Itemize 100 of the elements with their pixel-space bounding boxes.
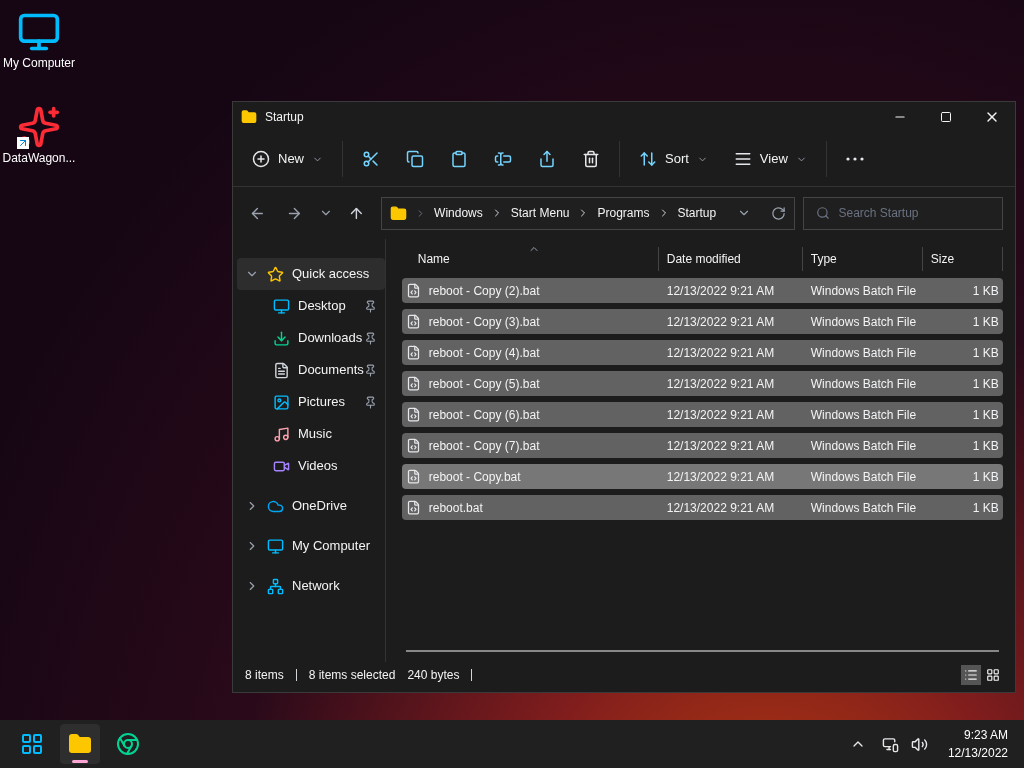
sidebar-label: OneDrive	[292, 497, 348, 516]
type-cell-text: Windows Batch File	[809, 313, 918, 331]
clock-date[interactable]: 12/13/2022	[947, 744, 1008, 762]
date-cell-text: 12/13/2022 9:21 AM	[665, 468, 776, 486]
batch-file-icon	[405, 314, 421, 329]
star-icon	[267, 265, 284, 283]
sidebar-item[interactable]: Downloads	[237, 322, 385, 354]
document-icon	[273, 361, 290, 379]
item-count: 8 items	[245, 667, 284, 684]
date-cell-text: 12/13/2022 9:21 AM	[665, 344, 776, 362]
file-row[interactable]: reboot - Copy.bat 12/13/2022 9:21 AM Windows Batch File 1 KB	[401, 464, 1003, 489]
plus-circle-icon	[252, 150, 270, 168]
date-cell-text: 12/13/2022 9:21 AM	[665, 437, 776, 455]
star-logo-icon[interactable]	[17, 105, 61, 149]
date-cell-text: 12/13/2022 9:21 AM	[665, 313, 776, 331]
browser-icon	[116, 732, 140, 756]
file-row[interactable]: reboot - Copy (4).bat 12/13/2022 9:21 AM Windows Batch File 1 KB	[401, 340, 1003, 365]
paste-icon	[450, 150, 468, 168]
download-icon	[273, 329, 290, 347]
network-icon	[267, 577, 284, 595]
folder-icon	[390, 204, 408, 222]
type-cell-text: Windows Batch File	[809, 499, 918, 517]
clock-time[interactable]: 9:23 AM	[963, 726, 1008, 744]
file-name: reboot.bat	[428, 499, 483, 517]
batch-file-icon	[405, 376, 421, 391]
file-name: reboot - Copy.bat	[428, 468, 521, 486]
file-row[interactable]: reboot - Copy (7).bat 12/13/2022 9:21 AM Windows Batch File 1 KB	[401, 433, 1003, 458]
sidebar-item[interactable]: Music	[237, 418, 385, 450]
refresh-icon[interactable]	[771, 205, 787, 221]
breadcrumb-item[interactable]: Startup	[677, 204, 717, 222]
sidebar-label: Downloads	[298, 329, 364, 348]
column-header[interactable]: Size	[922, 247, 1003, 271]
new-button[interactable]: New	[241, 141, 334, 177]
delete-icon	[582, 150, 600, 168]
file-row[interactable]: reboot.bat 12/13/2022 9:21 AM Windows Batch File 1 KB	[401, 495, 1003, 520]
cut-icon	[362, 150, 380, 168]
column-header[interactable]: Name	[401, 247, 659, 271]
size-cell-text: 1 KB	[971, 499, 1000, 517]
address-bar[interactable]: Windows Start Menu Programs Startup	[381, 196, 796, 230]
type-cell-text: Windows Batch File	[809, 282, 918, 300]
desktop-icon-label[interactable]: DataWagon...	[2, 149, 76, 167]
size-cell-text: 1 KB	[971, 406, 1000, 424]
sidebar-item[interactable]: My Computer	[237, 530, 385, 562]
batch-file-icon	[405, 283, 421, 298]
sidebar-item[interactable]: Quick access	[237, 258, 385, 290]
taskbar-app[interactable]	[60, 724, 100, 764]
volume-icon[interactable]	[910, 735, 928, 753]
computer-icon	[267, 537, 284, 555]
sort-icon	[639, 150, 657, 168]
breadcrumb-item[interactable]: Programs	[597, 204, 650, 222]
date-cell-text: 12/13/2022 9:21 AM	[665, 282, 776, 300]
selection-size: 240 bytes	[407, 667, 460, 684]
list-icon	[964, 668, 978, 682]
date-cell-text: 12/13/2022 9:21 AM	[665, 406, 776, 424]
type-cell-text: Windows Batch File	[809, 344, 918, 362]
file-row[interactable]: reboot - Copy (6).bat 12/13/2022 9:21 AM Windows Batch File 1 KB	[401, 402, 1003, 427]
sidebar-label: Documents	[298, 361, 364, 380]
file-name: reboot - Copy (6).bat	[428, 406, 540, 424]
sidebar-label: Network	[292, 577, 341, 596]
share-icon	[538, 150, 556, 168]
desktop-icon	[273, 297, 290, 315]
details-view-button[interactable]	[961, 665, 981, 685]
sidebar-label: Desktop	[298, 297, 347, 316]
view-button[interactable]: View	[722, 141, 818, 177]
file-row[interactable]: reboot - Copy (5).bat 12/13/2022 9:21 AM Windows Batch File 1 KB	[401, 371, 1003, 396]
sidebar-item[interactable]: OneDrive	[237, 490, 385, 522]
selection-count: 8 items selected	[308, 667, 396, 684]
maximize-icon	[940, 111, 952, 123]
network-icon[interactable]	[881, 735, 899, 753]
column-header[interactable]: Type	[802, 247, 923, 271]
sidebar-item[interactable]: Desktop	[237, 290, 385, 322]
desktop-icon-label[interactable]: My Computer	[3, 54, 75, 72]
size-cell-text: 1 KB	[971, 313, 1000, 331]
date-cell-text: 12/13/2022 9:21 AM	[665, 375, 776, 393]
view-icon	[733, 150, 752, 168]
folder-icon	[241, 109, 257, 125]
type-cell-text: Windows Batch File	[809, 437, 918, 455]
sort-button[interactable]: Sort	[628, 141, 719, 177]
sidebar-item[interactable]: Network	[237, 570, 385, 602]
type-cell-text: Windows Batch File	[809, 406, 918, 424]
breadcrumb-item[interactable]: Windows	[434, 204, 483, 222]
size-cell-text: 1 KB	[971, 344, 1000, 362]
file-row[interactable]: reboot - Copy (3).bat 12/13/2022 9:21 AM Windows Batch File 1 KB	[401, 309, 1003, 334]
sidebar-item[interactable]: Pictures	[237, 386, 385, 418]
breadcrumb-item[interactable]: Start Menu	[510, 204, 570, 222]
date-cell-text: 12/13/2022 9:21 AM	[665, 499, 776, 517]
column-header[interactable]: Date modified	[658, 247, 803, 271]
music-icon	[273, 425, 290, 443]
file-row[interactable]: reboot - Copy (2).bat 12/13/2022 9:21 AM Windows Batch File 1 KB	[401, 278, 1003, 303]
file-name: reboot - Copy (5).bat	[428, 375, 540, 393]
horizontal-scrollbar[interactable]	[405, 650, 999, 652]
search-icon	[816, 206, 831, 220]
copy-icon	[406, 150, 424, 168]
sidebar-item[interactable]: Documents	[237, 354, 385, 386]
size-cell-text: 1 KB	[971, 375, 1000, 393]
size-cell-text: 1 KB	[971, 282, 1000, 300]
batch-file-icon	[405, 438, 421, 453]
file-name: reboot - Copy (7).bat	[428, 437, 540, 455]
sidebar-item[interactable]: Videos	[237, 450, 385, 482]
window-title: Startup	[265, 109, 305, 126]
